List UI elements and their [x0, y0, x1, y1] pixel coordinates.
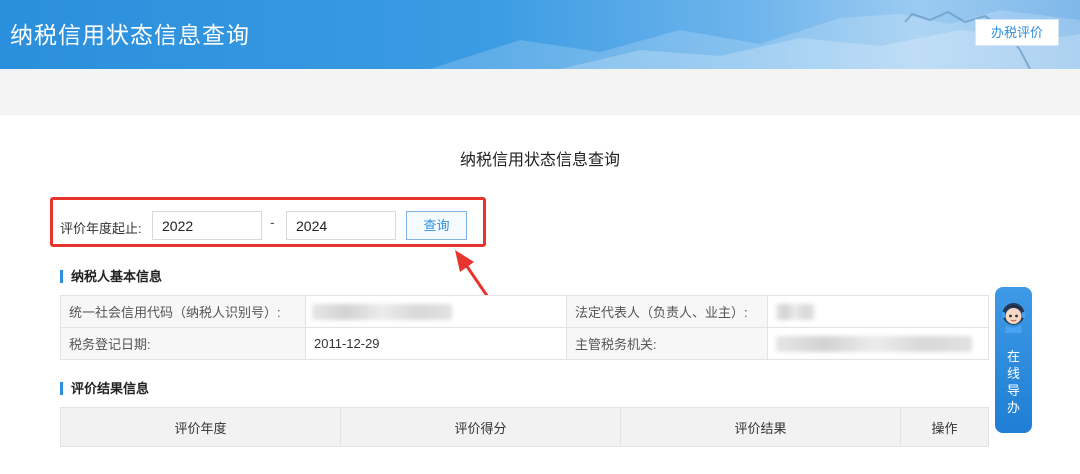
- credit-code-label: 统一社会信用代码（纳税人识别号）:: [60, 295, 306, 328]
- reg-date-value: 2011-12-29: [305, 327, 567, 360]
- basic-info-table: 统一社会信用代码（纳税人识别号）: 法定代表人（负责人、业主）: 税务登记日期:…: [60, 295, 989, 360]
- credit-code-value: [305, 295, 567, 328]
- column-header-result: 评价结果: [620, 407, 901, 447]
- column-header-year: 评价年度: [60, 407, 341, 447]
- query-button[interactable]: 查询: [406, 211, 467, 240]
- result-info-section-title: 评价结果信息: [60, 382, 149, 395]
- start-year-input[interactable]: [152, 211, 262, 240]
- toolbar-band: [0, 69, 1080, 115]
- end-year-input[interactable]: [286, 211, 396, 240]
- reg-date-label: 税务登记日期:: [60, 327, 306, 360]
- assistant-avatar-icon: [1002, 303, 1025, 333]
- online-guide-label: 在线导办: [1006, 350, 1020, 416]
- column-header-action: 操作: [900, 407, 989, 447]
- table-row: 税务登记日期: 2011-12-29 主管税务机关:: [60, 327, 989, 360]
- tax-authority-label: 主管税务机关:: [566, 327, 768, 360]
- table-header-row: 评价年度 评价得分 评价结果 操作: [60, 407, 989, 447]
- result-table: 评价年度 评价得分 评价结果 操作: [60, 407, 989, 447]
- tax-authority-value: [767, 327, 989, 360]
- basic-info-section-title: 纳税人基本信息: [60, 270, 162, 283]
- column-header-score: 评价得分: [340, 407, 621, 447]
- table-row: 统一社会信用代码（纳税人识别号）: 法定代表人（负责人、业主）:: [60, 295, 989, 328]
- year-range-separator: -: [270, 214, 275, 230]
- online-guide-widget[interactable]: 在线导办: [995, 287, 1032, 433]
- header-title: 纳税信用状态信息查询: [10, 23, 250, 49]
- page-title: 纳税信用状态信息查询: [459, 150, 620, 169]
- legal-rep-label: 法定代表人（负责人、业主）:: [566, 295, 768, 328]
- legal-rep-value: [767, 295, 989, 328]
- rate-service-button[interactable]: 办税评价: [975, 19, 1059, 46]
- page-header: 纳税信用状态信息查询 办税评价: [0, 0, 1080, 69]
- year-range-label: 评价年度起止:: [60, 221, 142, 236]
